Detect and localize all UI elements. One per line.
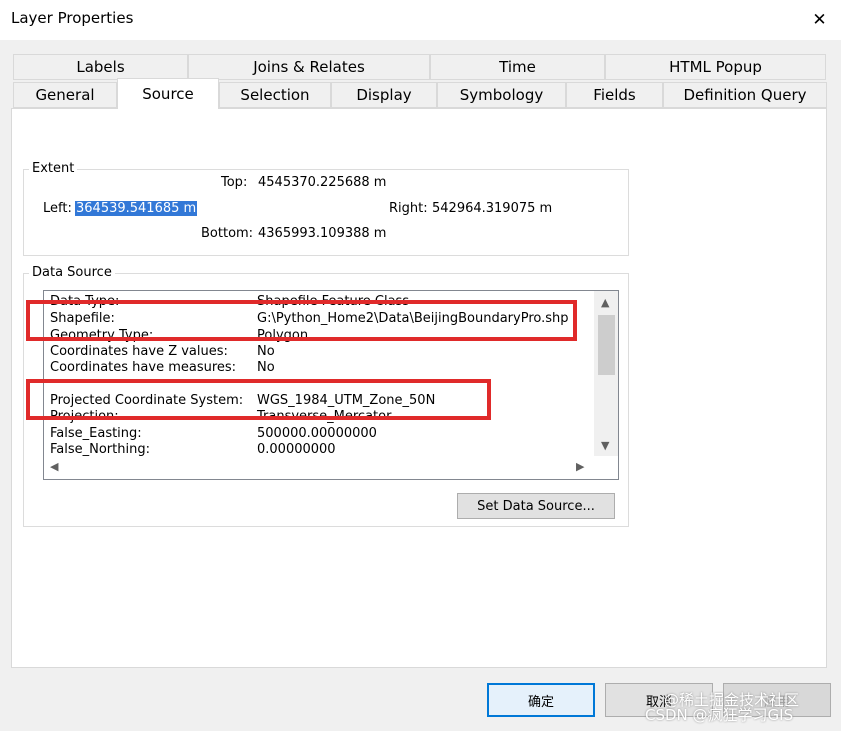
scroll-right-icon[interactable]: ▶ bbox=[576, 460, 584, 473]
tab-label: Definition Query bbox=[683, 86, 807, 104]
extent-top-value: 4545370.225688 m bbox=[258, 175, 387, 190]
property-value: No bbox=[257, 344, 275, 359]
scroll-up-icon[interactable]: ▲ bbox=[601, 296, 609, 309]
close-button[interactable]: ✕ bbox=[798, 0, 841, 40]
tab-time[interactable]: Time bbox=[430, 54, 605, 80]
data-source-group-label: Data Source bbox=[29, 265, 115, 280]
tab-display[interactable]: Display bbox=[331, 82, 437, 108]
extent-right-label: Right: bbox=[389, 201, 428, 216]
tab-labels[interactable]: Labels bbox=[13, 54, 188, 80]
property-name: Coordinates have measures: bbox=[50, 360, 237, 375]
vertical-scrollbar[interactable]: ▲ ▼ bbox=[594, 291, 618, 456]
property-value: 0.00000000 bbox=[257, 442, 336, 457]
horizontal-scrollbar[interactable]: ◀ ▶ bbox=[44, 456, 594, 479]
tab-symbology[interactable]: Symbology bbox=[437, 82, 566, 108]
scroll-down-icon[interactable]: ▼ bbox=[601, 439, 609, 452]
extent-top-label: Top: bbox=[221, 175, 248, 190]
extent-group-label: Extent bbox=[29, 161, 78, 176]
watermark-line-2: CSDN @疯狂学习GIS bbox=[645, 706, 794, 724]
highlight-box-coordinate-system bbox=[26, 379, 491, 420]
tab-label: Symbology bbox=[459, 86, 544, 104]
tab-label: Time bbox=[499, 58, 536, 76]
tab-label: HTML Popup bbox=[669, 58, 762, 76]
tab-selection[interactable]: Selection bbox=[219, 82, 331, 108]
button-label: Set Data Source... bbox=[477, 498, 595, 514]
tab-definition-query[interactable]: Definition Query bbox=[663, 82, 827, 108]
extent-left-value[interactable]: 364539.541685 m bbox=[75, 201, 198, 216]
title-bar: Layer Properties ✕ bbox=[0, 0, 841, 40]
set-data-source-button[interactable]: Set Data Source... bbox=[457, 493, 615, 519]
extent-left-label: Left: bbox=[43, 201, 72, 216]
property-value: No bbox=[257, 360, 275, 375]
tab-html-popup[interactable]: HTML Popup bbox=[605, 54, 826, 80]
property-name: False_Easting: bbox=[50, 426, 142, 441]
button-label: 确定 bbox=[527, 694, 554, 710]
tab-source[interactable]: Source bbox=[117, 78, 219, 109]
tab-label: Fields bbox=[593, 86, 636, 104]
tab-label: Source bbox=[142, 85, 194, 103]
highlight-box-shapefile bbox=[26, 300, 577, 341]
window-title: Layer Properties bbox=[11, 9, 134, 27]
scroll-left-icon[interactable]: ◀ bbox=[50, 460, 58, 473]
tab-joins-relates[interactable]: Joins & Relates bbox=[188, 54, 430, 80]
property-value: 500000.00000000 bbox=[257, 426, 377, 441]
property-name: False_Northing: bbox=[50, 442, 150, 457]
tab-label: General bbox=[35, 86, 95, 104]
ok-button[interactable]: 确定 bbox=[487, 683, 595, 717]
tab-label: Labels bbox=[76, 58, 125, 76]
tab-label: Joins & Relates bbox=[253, 58, 365, 76]
scrollbar-thumb[interactable] bbox=[598, 315, 615, 375]
tab-label: Display bbox=[356, 86, 412, 104]
tab-label: Selection bbox=[240, 86, 310, 104]
extent-bottom-label: Bottom: bbox=[201, 226, 254, 241]
property-name: Coordinates have Z values: bbox=[50, 344, 228, 359]
extent-right-value: 542964.319075 m bbox=[432, 201, 553, 216]
tab-fields[interactable]: Fields bbox=[566, 82, 663, 108]
tab-general[interactable]: General bbox=[13, 82, 117, 108]
extent-bottom-value: 4365993.109388 m bbox=[258, 226, 387, 241]
close-icon: ✕ bbox=[812, 10, 827, 30]
